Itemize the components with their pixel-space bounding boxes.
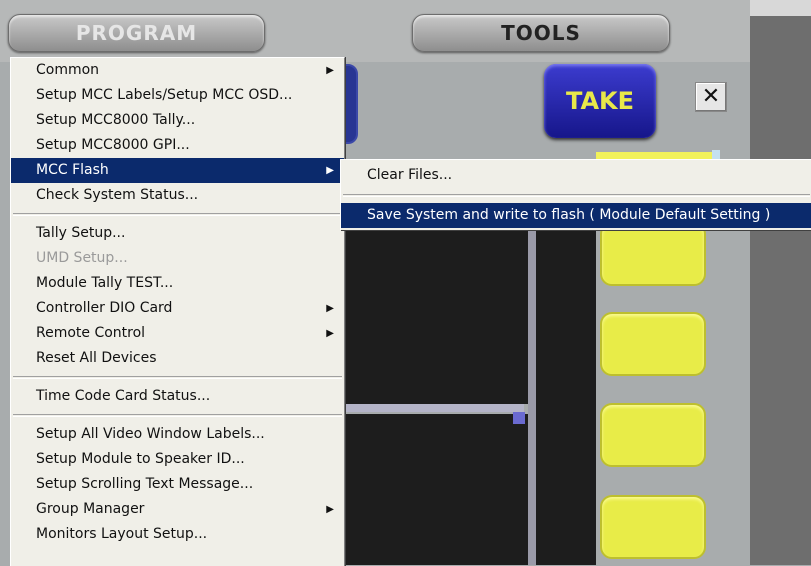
menu-item-monitors-layout-setup[interactable]: Monitors Layout Setup...	[11, 522, 344, 547]
menu-item-label: Tally Setup...	[36, 225, 126, 241]
menu-item-umd-setup: UMD Setup...	[11, 246, 344, 271]
submenu-arrow-icon: ▶	[326, 303, 334, 314]
menu-item-label: Setup MCC8000 GPI...	[36, 137, 190, 153]
menu-item-mcc-flash[interactable]: MCC Flash ▶	[11, 158, 344, 183]
menu-item-check-system-status[interactable]: Check System Status...	[11, 183, 344, 208]
menu-item-label: Group Manager	[36, 501, 145, 517]
menu-item-remote-control[interactable]: Remote Control ▶	[11, 321, 344, 346]
menu-separator	[13, 213, 342, 216]
right-panel-top	[750, 0, 811, 16]
marker-square	[513, 412, 525, 424]
take-button[interactable]: TAKE	[544, 64, 656, 138]
menu-item-label: Module Tally TEST...	[36, 275, 174, 291]
menu-item-label: Setup All Video Window Labels...	[36, 426, 265, 442]
menu-separator	[343, 194, 810, 197]
close-icon: ✕	[701, 84, 721, 109]
submenu-item-clear-files[interactable]: Clear Files...	[341, 163, 811, 188]
submenu-arrow-icon: ▶	[326, 328, 334, 339]
menu-item-controller-dio-card[interactable]: Controller DIO Card ▶	[11, 296, 344, 321]
tools-tab[interactable]: TOOLS	[412, 14, 670, 52]
divider-vertical	[528, 229, 536, 565]
menu-item-time-code-card-status[interactable]: Time Code Card Status...	[11, 384, 344, 409]
submenu-item-save-system-flash[interactable]: Save System and write to flash ( Module …	[341, 203, 811, 228]
menu-item-setup-video-window-labels[interactable]: Setup All Video Window Labels...	[11, 422, 344, 447]
close-button[interactable]: ✕	[695, 82, 727, 112]
menu-item-setup-mcc8000-tally[interactable]: Setup MCC8000 Tally...	[11, 108, 344, 133]
menu-item-label: Remote Control	[36, 325, 146, 341]
menu-item-label: Setup MCC8000 Tally...	[36, 112, 196, 128]
menu-item-tally-setup[interactable]: Tally Setup...	[11, 221, 344, 246]
menu-item-label: Setup MCC Labels/Setup MCC OSD...	[36, 87, 293, 103]
program-tab[interactable]: PROGRAM	[8, 14, 265, 52]
submenu-arrow-icon: ▶	[326, 504, 334, 515]
menu-separator	[13, 414, 342, 417]
menu-item-common[interactable]: Common ▶	[11, 58, 344, 83]
video-window-3	[536, 229, 596, 565]
submenu-arrow-icon: ▶	[326, 165, 334, 176]
menu-item-module-tally-test[interactable]: Module Tally TEST...	[11, 271, 344, 296]
video-window-1	[344, 229, 528, 404]
mcc-flash-submenu: Clear Files... Save System and write to …	[340, 159, 811, 230]
yellow-button-1[interactable]	[600, 222, 706, 286]
menu-item-setup-mcc-labels[interactable]: Setup MCC Labels/Setup MCC OSD...	[11, 83, 344, 108]
menu-item-label: Monitors Layout Setup...	[36, 526, 208, 542]
menu-item-setup-mcc8000-gpi[interactable]: Setup MCC8000 GPI...	[11, 133, 344, 158]
menu-item-label: Controller DIO Card	[36, 300, 173, 316]
yellow-button-2[interactable]	[600, 312, 706, 376]
program-menu: Common ▶ Setup MCC Labels/Setup MCC OSD..…	[10, 57, 345, 566]
menu-item-label: Common	[36, 62, 100, 78]
menu-item-label: Setup Scrolling Text Message...	[36, 476, 254, 492]
submenu-item-label: Save System and write to flash ( Module …	[367, 207, 771, 223]
submenu-item-label: Clear Files...	[367, 167, 453, 183]
menu-item-setup-module-speaker-id[interactable]: Setup Module to Speaker ID...	[11, 447, 344, 472]
yellow-button-4[interactable]	[600, 495, 706, 559]
menu-item-label: Time Code Card Status...	[36, 388, 211, 404]
menu-item-group-manager[interactable]: Group Manager ▶	[11, 497, 344, 522]
video-window-2	[344, 414, 528, 565]
menu-item-label: Check System Status...	[36, 187, 199, 203]
divider-line	[344, 404, 524, 412]
menu-item-label: Setup Module to Speaker ID...	[36, 451, 245, 467]
menu-item-label: MCC Flash	[36, 162, 109, 178]
menu-separator	[13, 376, 342, 379]
menu-item-reset-all-devices[interactable]: Reset All Devices	[11, 346, 344, 371]
menu-item-setup-scrolling-text[interactable]: Setup Scrolling Text Message...	[11, 472, 344, 497]
menu-item-label: Reset All Devices	[36, 350, 157, 366]
right-panel	[750, 0, 811, 565]
submenu-arrow-icon: ▶	[326, 65, 334, 76]
menu-item-label: UMD Setup...	[36, 250, 128, 266]
yellow-button-3[interactable]	[600, 403, 706, 467]
